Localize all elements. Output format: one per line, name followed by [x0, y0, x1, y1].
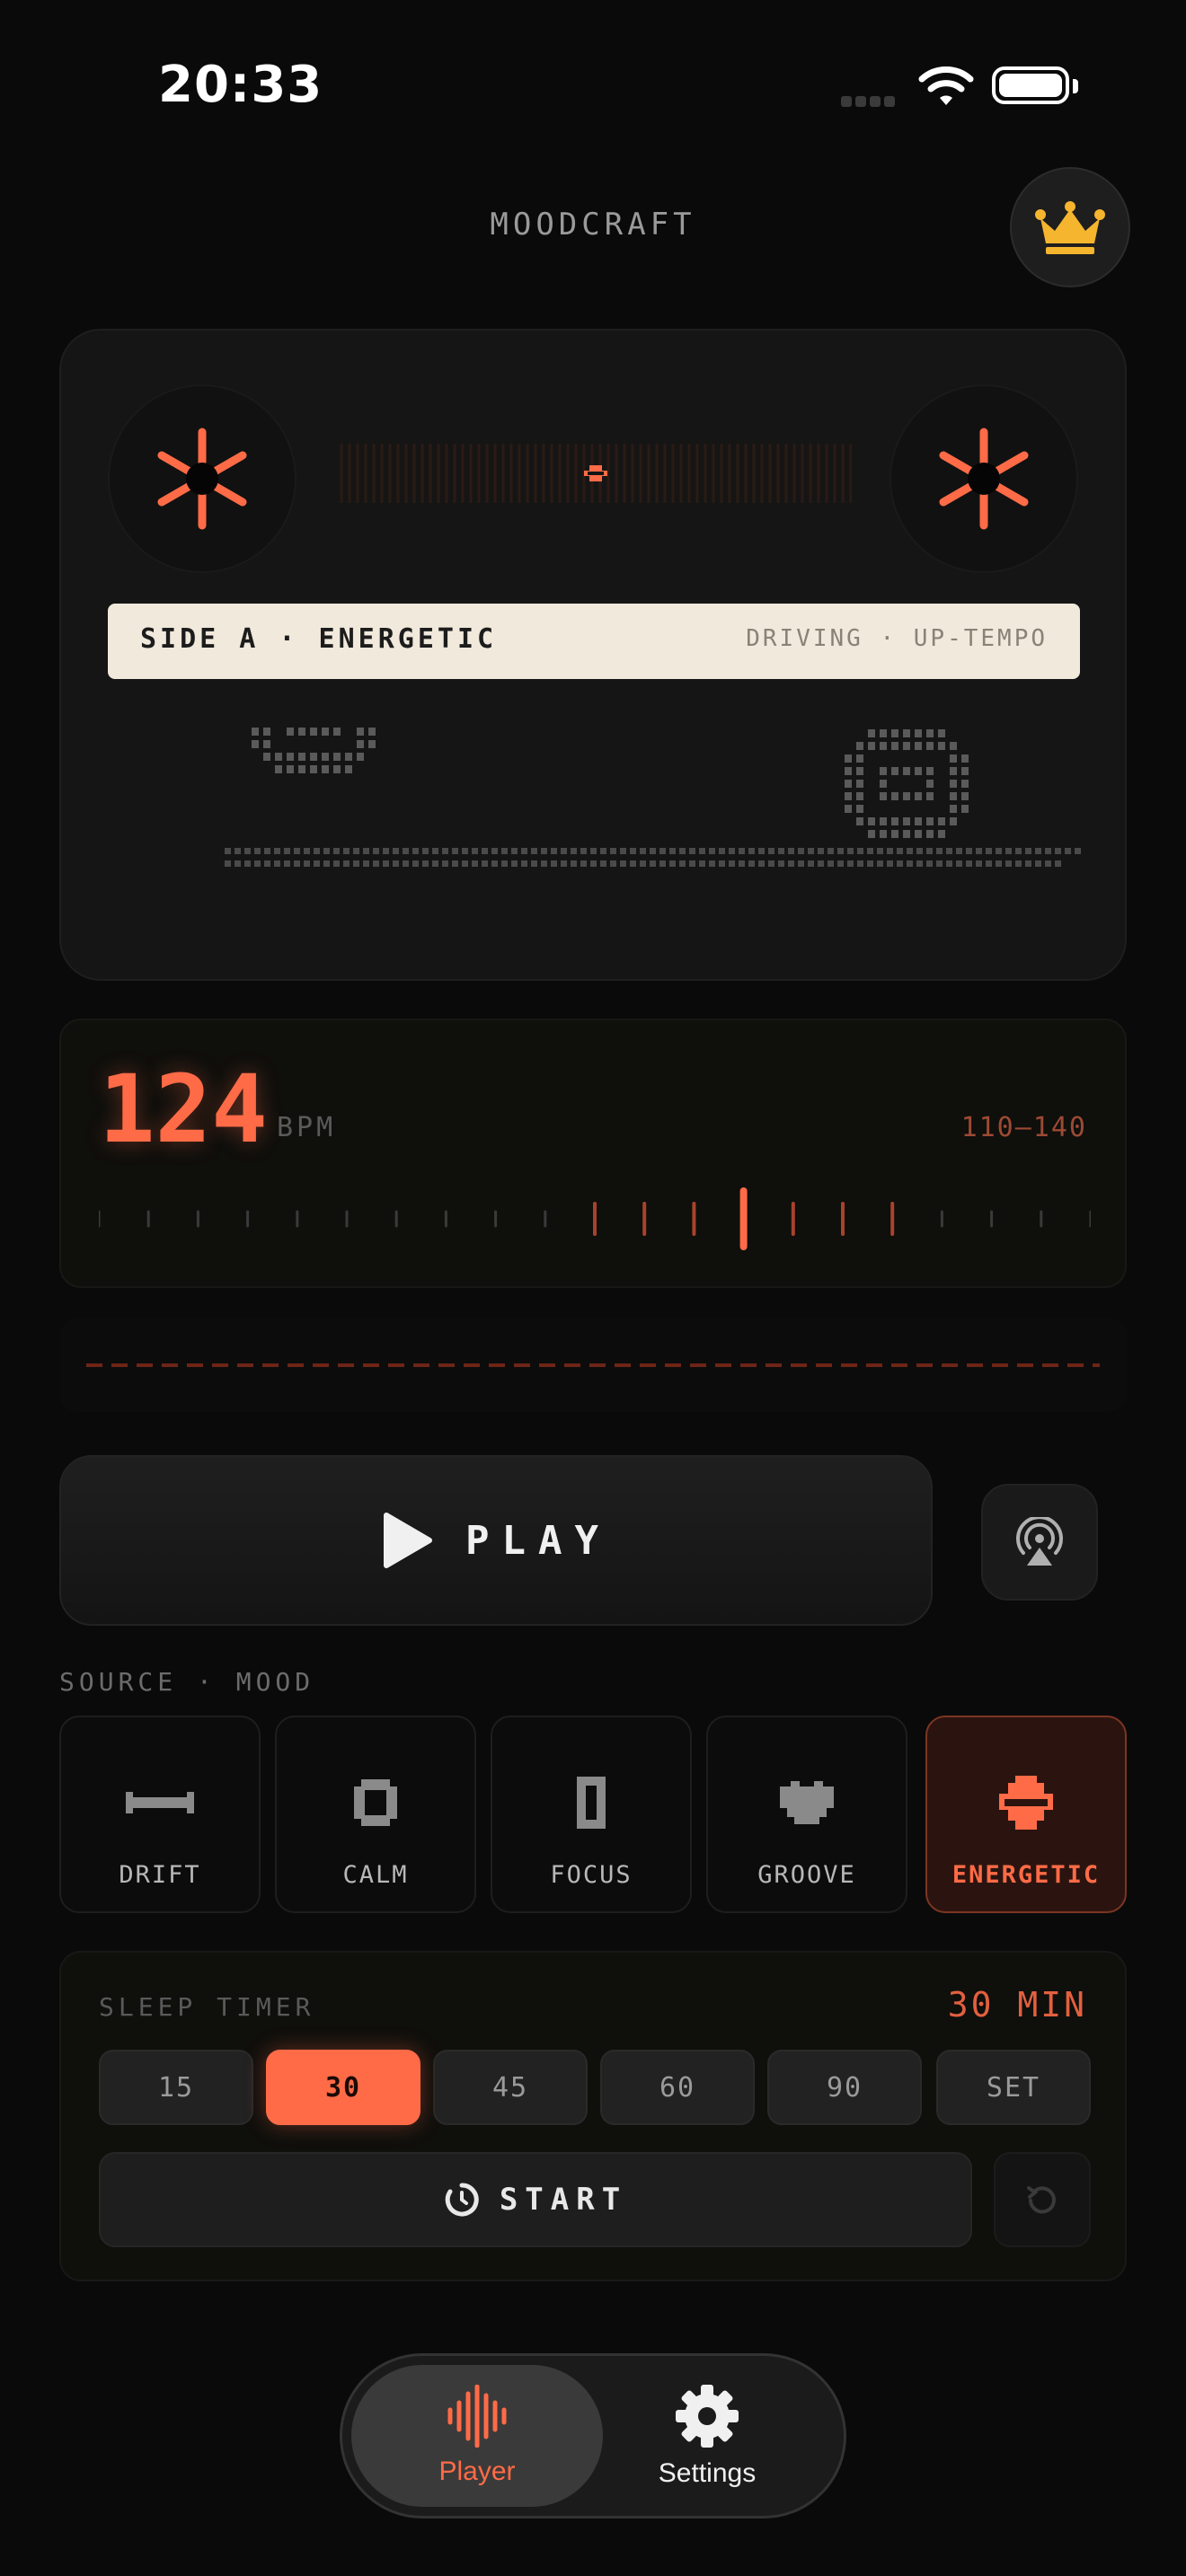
mood-energetic[interactable]: ENERGETIC: [925, 1716, 1127, 1913]
mood-calm[interactable]: CALM: [275, 1716, 476, 1913]
bpm-range: 110–140: [960, 1112, 1087, 1143]
mood-label: CALM: [342, 1861, 409, 1889]
app-title: MOODCRAFT: [490, 207, 696, 243]
bpm-scale: [99, 1187, 1091, 1250]
tab-settings[interactable]: Settings: [581, 2365, 833, 2507]
premium-button[interactable]: [1010, 167, 1130, 287]
bpm-value: 124: [99, 1054, 268, 1164]
timer-option-30[interactable]: 30: [266, 2050, 420, 2125]
timer-icon: [445, 2183, 479, 2217]
play-button[interactable]: PLAY: [59, 1455, 933, 1626]
groove-icon: [780, 1781, 834, 1824]
tab-label: Player: [438, 2457, 516, 2486]
progress-track: [59, 1319, 1127, 1412]
wifi-icon: [918, 66, 974, 105]
calm-icon: [354, 1779, 397, 1826]
reset-icon: [1027, 2186, 1056, 2214]
tab-label: Settings: [658, 2458, 757, 2488]
mood-label: GROOVE: [757, 1861, 856, 1889]
mood-section-label: SOURCE · MOOD: [59, 1667, 315, 1697]
tape-marker-slot: [588, 472, 604, 475]
reset-timer-button[interactable]: [994, 2152, 1091, 2247]
play-label: PLAY: [465, 1517, 611, 1564]
sleep-timer-title: SLEEP TIMER: [99, 1992, 315, 2022]
timer-option-90[interactable]: 90: [767, 2050, 922, 2125]
reel-spokes-icon: [939, 428, 1029, 530]
tape-spools-dot-art: [225, 728, 1081, 867]
battery-cap: [1073, 79, 1078, 93]
mood-label: FOCUS: [550, 1861, 633, 1889]
start-timer-button[interactable]: START: [99, 2152, 972, 2247]
tab-bar: Player Settings: [340, 2353, 846, 2519]
airplay-icon: [1016, 1517, 1063, 1566]
focus-icon: [577, 1777, 606, 1829]
battery-icon: [992, 66, 1069, 104]
tab-player[interactable]: Player: [351, 2365, 603, 2507]
timer-option-45[interactable]: 45: [433, 2050, 588, 2125]
reel-spokes-icon: [157, 428, 247, 530]
gear-icon: [676, 2385, 739, 2448]
crown-icon: [1035, 201, 1105, 254]
timer-option-60[interactable]: 60: [600, 2050, 755, 2125]
cassette-label: SIDE A · ENERGETIC DRIVING · UP-TEMPO: [108, 604, 1080, 679]
waveform-icon: [447, 2385, 507, 2448]
play-icon: [384, 1513, 433, 1568]
cassette-display: SIDE A · ENERGETIC DRIVING · UP-TEMPO: [59, 329, 1127, 981]
timer-option-set[interactable]: SET: [936, 2050, 1091, 2125]
dashed-line: [86, 1363, 1100, 1367]
cellular-signal-icon: [841, 93, 902, 107]
mood-groove[interactable]: GROOVE: [706, 1716, 907, 1913]
drift-icon: [126, 1792, 194, 1813]
side-label: SIDE A · ENERGETIC: [140, 623, 498, 655]
mood-label: DRIFT: [119, 1861, 201, 1889]
status-time: 20:33: [158, 56, 323, 114]
right-reel: [890, 384, 1078, 573]
mood-drift[interactable]: DRIFT: [59, 1716, 261, 1913]
bpm-panel: 124 BPM 110–140: [59, 1019, 1127, 1288]
airplay-button[interactable]: [981, 1484, 1098, 1601]
energetic-icon: [999, 1776, 1053, 1830]
mood-label: ENERGETIC: [951, 1861, 1101, 1889]
mood-descriptor: DRIVING · UP-TEMPO: [746, 625, 1048, 652]
sleep-timer-panel: SLEEP TIMER 30 MIN 15 30 45 60 90 SET ST…: [59, 1951, 1127, 2281]
spool-dots: [225, 728, 1081, 867]
left-reel: [108, 384, 296, 573]
tape-window: [340, 444, 852, 503]
start-label: START: [499, 2182, 628, 2218]
sleep-timer-value: 30 MIN: [947, 1985, 1087, 2025]
bpm-unit: BPM: [277, 1112, 337, 1143]
timer-option-15[interactable]: 15: [99, 2050, 253, 2125]
mood-focus[interactable]: FOCUS: [491, 1716, 692, 1913]
